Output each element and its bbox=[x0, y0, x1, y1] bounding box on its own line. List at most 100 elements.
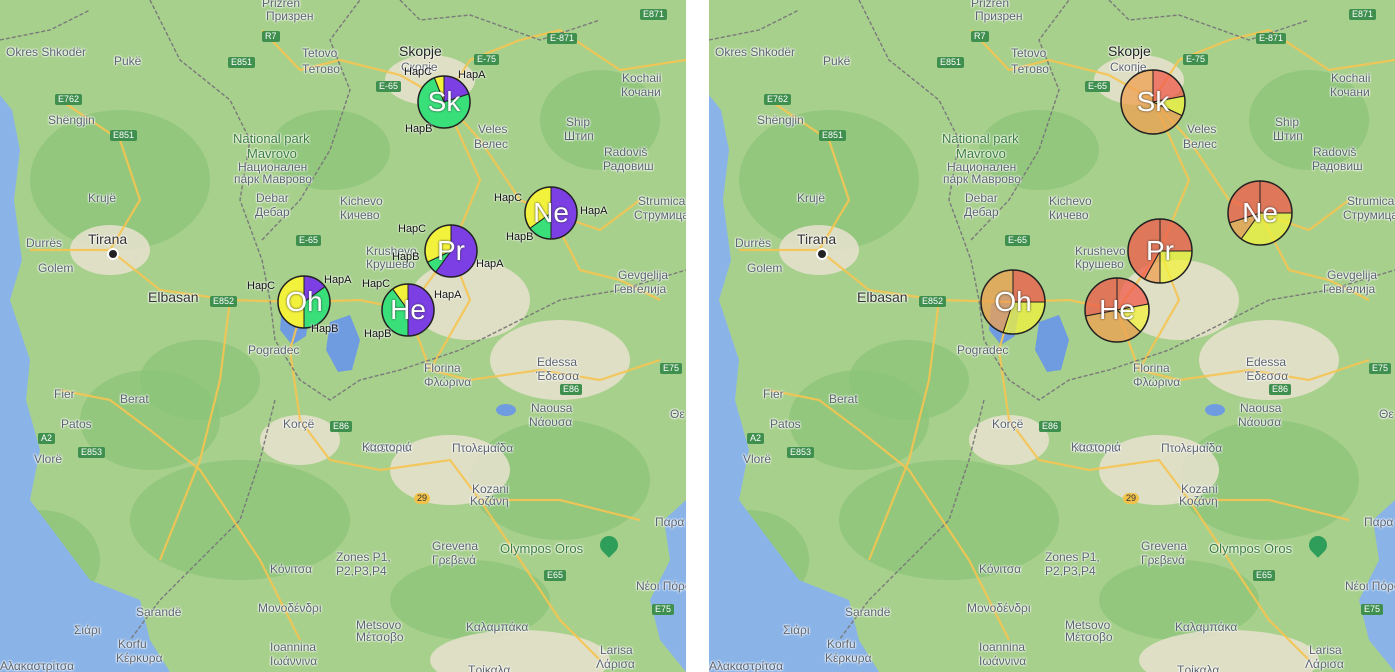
map-place-label: Zones P1, bbox=[1045, 550, 1100, 564]
forest-area bbox=[849, 340, 969, 420]
pie-abbreviation: Sk bbox=[1136, 86, 1170, 117]
map-place-label: Korfu bbox=[118, 637, 147, 651]
map-place-label: Naousa bbox=[1240, 401, 1282, 415]
pie-chart-pr[interactable]: Pr bbox=[423, 223, 479, 279]
road-shield: E851 bbox=[228, 57, 256, 68]
road-shield: 29 bbox=[1123, 493, 1140, 504]
map-place-label: Штип bbox=[1273, 129, 1303, 143]
map-place-label: P2,P3,P4 bbox=[1045, 564, 1096, 578]
map-place-label: Elbasan bbox=[148, 289, 199, 305]
map-place-label: National park bbox=[942, 131, 1019, 146]
road-shield: E-871 bbox=[1256, 33, 1287, 44]
map-place-label: Φλώρινα bbox=[424, 375, 472, 389]
map-place-label: Berat bbox=[829, 392, 858, 406]
pie-chart-sk[interactable]: Sk bbox=[1119, 68, 1187, 136]
road-shield: E86 bbox=[1269, 384, 1292, 395]
map-place-label: Veles bbox=[478, 122, 508, 136]
map-place-label: Tirana bbox=[797, 231, 837, 247]
road-shield: E851 bbox=[819, 130, 847, 141]
road-shield: E-65 bbox=[296, 235, 322, 246]
map-place-label: Radoviš bbox=[604, 145, 648, 159]
map-place-label: Призрен bbox=[975, 9, 1023, 23]
map-place-label: Tetovo bbox=[1011, 46, 1047, 60]
map-place-label: Κόνιτσα bbox=[270, 562, 313, 576]
map-place-label: Κοζάνη bbox=[470, 494, 509, 508]
map-place-label: Okres Shkodër bbox=[6, 45, 87, 59]
pie-chart-ne[interactable]: Ne bbox=[1226, 179, 1294, 247]
road-shield: R7 bbox=[262, 31, 280, 42]
map-place-label: Golem bbox=[38, 261, 74, 275]
road-shield: E852 bbox=[919, 296, 947, 307]
map-place-label: Patos bbox=[61, 417, 92, 431]
map-place-label: Крушево bbox=[1075, 257, 1124, 271]
road-shield: 29 bbox=[414, 493, 431, 504]
map-place-label: Berat bbox=[120, 392, 149, 406]
forest-area bbox=[839, 460, 1059, 580]
map-place-label: Ship bbox=[566, 115, 591, 129]
map-place-label: Edessa bbox=[1246, 355, 1287, 369]
road-shield: E853 bbox=[787, 447, 815, 458]
road-shield: E762 bbox=[55, 94, 83, 105]
map-place-label: Штип bbox=[564, 129, 594, 143]
map-place-label: Гевгелија bbox=[614, 282, 667, 296]
map-place-label: Florina bbox=[424, 361, 461, 375]
map-place-label: Pogradec bbox=[957, 343, 1009, 357]
slice-label: HapA bbox=[580, 205, 608, 217]
pie-abbreviation: Oh bbox=[994, 286, 1032, 317]
map-place-label: Patos bbox=[770, 417, 801, 431]
left-map-panel[interactable]: Prizren Призрен Okres Shkodër Pukë Shëngjin T… bbox=[0, 0, 686, 672]
road-shield: A2 bbox=[38, 433, 56, 444]
map-place-label: Καστοριά bbox=[1071, 440, 1121, 454]
map-place-label: Ioannina bbox=[270, 640, 317, 654]
map-place-label: Тетово bbox=[1011, 62, 1049, 76]
map-place-label: Pukë bbox=[823, 54, 851, 68]
map-place-label: Korfu bbox=[827, 637, 856, 651]
map-place-label: Vlorë bbox=[743, 452, 772, 466]
map-place-label: Olympos Oros bbox=[500, 541, 584, 556]
road-shield: E851 bbox=[110, 130, 138, 141]
map-place-label: Korçë bbox=[992, 417, 1024, 431]
map-place-label: Νέοι Πόροι bbox=[636, 579, 686, 593]
pie-chart-pr[interactable]: Pr bbox=[1126, 217, 1194, 285]
right-map-panel[interactable]: Prizren Призрен Okres Shkodër Pukë Shëngjin T… bbox=[709, 0, 1395, 672]
lake bbox=[496, 404, 516, 416]
slice-label: HapB bbox=[364, 328, 392, 340]
slice-label: HapA bbox=[434, 289, 462, 301]
pie-chart-he[interactable]: He bbox=[1083, 276, 1151, 344]
map-place-label: Sarandë bbox=[136, 605, 182, 619]
map-place-label: Νάουσα bbox=[529, 415, 573, 429]
map-place-label: Naousa bbox=[531, 401, 573, 415]
map-place-label: Έδεσσα bbox=[536, 369, 580, 383]
map-place-label: Tetovo bbox=[302, 46, 338, 60]
map-place-label: Korçë bbox=[283, 417, 315, 431]
map-place-label: Fier bbox=[763, 387, 784, 401]
map-place-label: Larisa bbox=[600, 643, 633, 657]
road-shield: E-65 bbox=[1085, 81, 1111, 92]
map-place-label: Fier bbox=[54, 387, 75, 401]
map-place-label: Νάουσα bbox=[1238, 415, 1282, 429]
pie-chart-sk[interactable]: Sk bbox=[416, 74, 472, 130]
map-place-label: Gevgelija bbox=[1327, 268, 1378, 282]
map-place-label: Радовиш bbox=[1312, 159, 1363, 173]
map-place-label: Debar bbox=[965, 191, 998, 205]
map-place-label: Κέρκυρα bbox=[825, 651, 872, 665]
map-place-label: Νέοι Πόροι bbox=[1345, 579, 1395, 593]
map-place-label: Γρεβενά bbox=[432, 553, 476, 567]
pie-chart-oh[interactable]: Oh bbox=[979, 268, 1047, 336]
road-shield: E-65 bbox=[376, 81, 402, 92]
map-place-label: Μέτσοβο bbox=[356, 630, 404, 644]
road-shield: E-75 bbox=[474, 54, 500, 65]
slice-label: HapB bbox=[311, 323, 339, 335]
map-place-label: Λάρισα bbox=[1305, 657, 1344, 671]
slice-label: HapB bbox=[405, 123, 433, 135]
map-place-label: Kochaii bbox=[622, 71, 662, 85]
slice-label: HapB bbox=[392, 251, 420, 263]
map-place-label: Krujë bbox=[88, 191, 117, 205]
map-place-label: Велес bbox=[474, 137, 508, 151]
map-place-label: Shëngjin bbox=[757, 113, 804, 127]
map-place-label: Zones P1, bbox=[336, 550, 391, 564]
road-shield: E871 bbox=[1349, 9, 1377, 20]
road-shield: E853 bbox=[78, 447, 106, 458]
road-shield: E-871 bbox=[547, 33, 578, 44]
forest-area bbox=[130, 460, 350, 580]
